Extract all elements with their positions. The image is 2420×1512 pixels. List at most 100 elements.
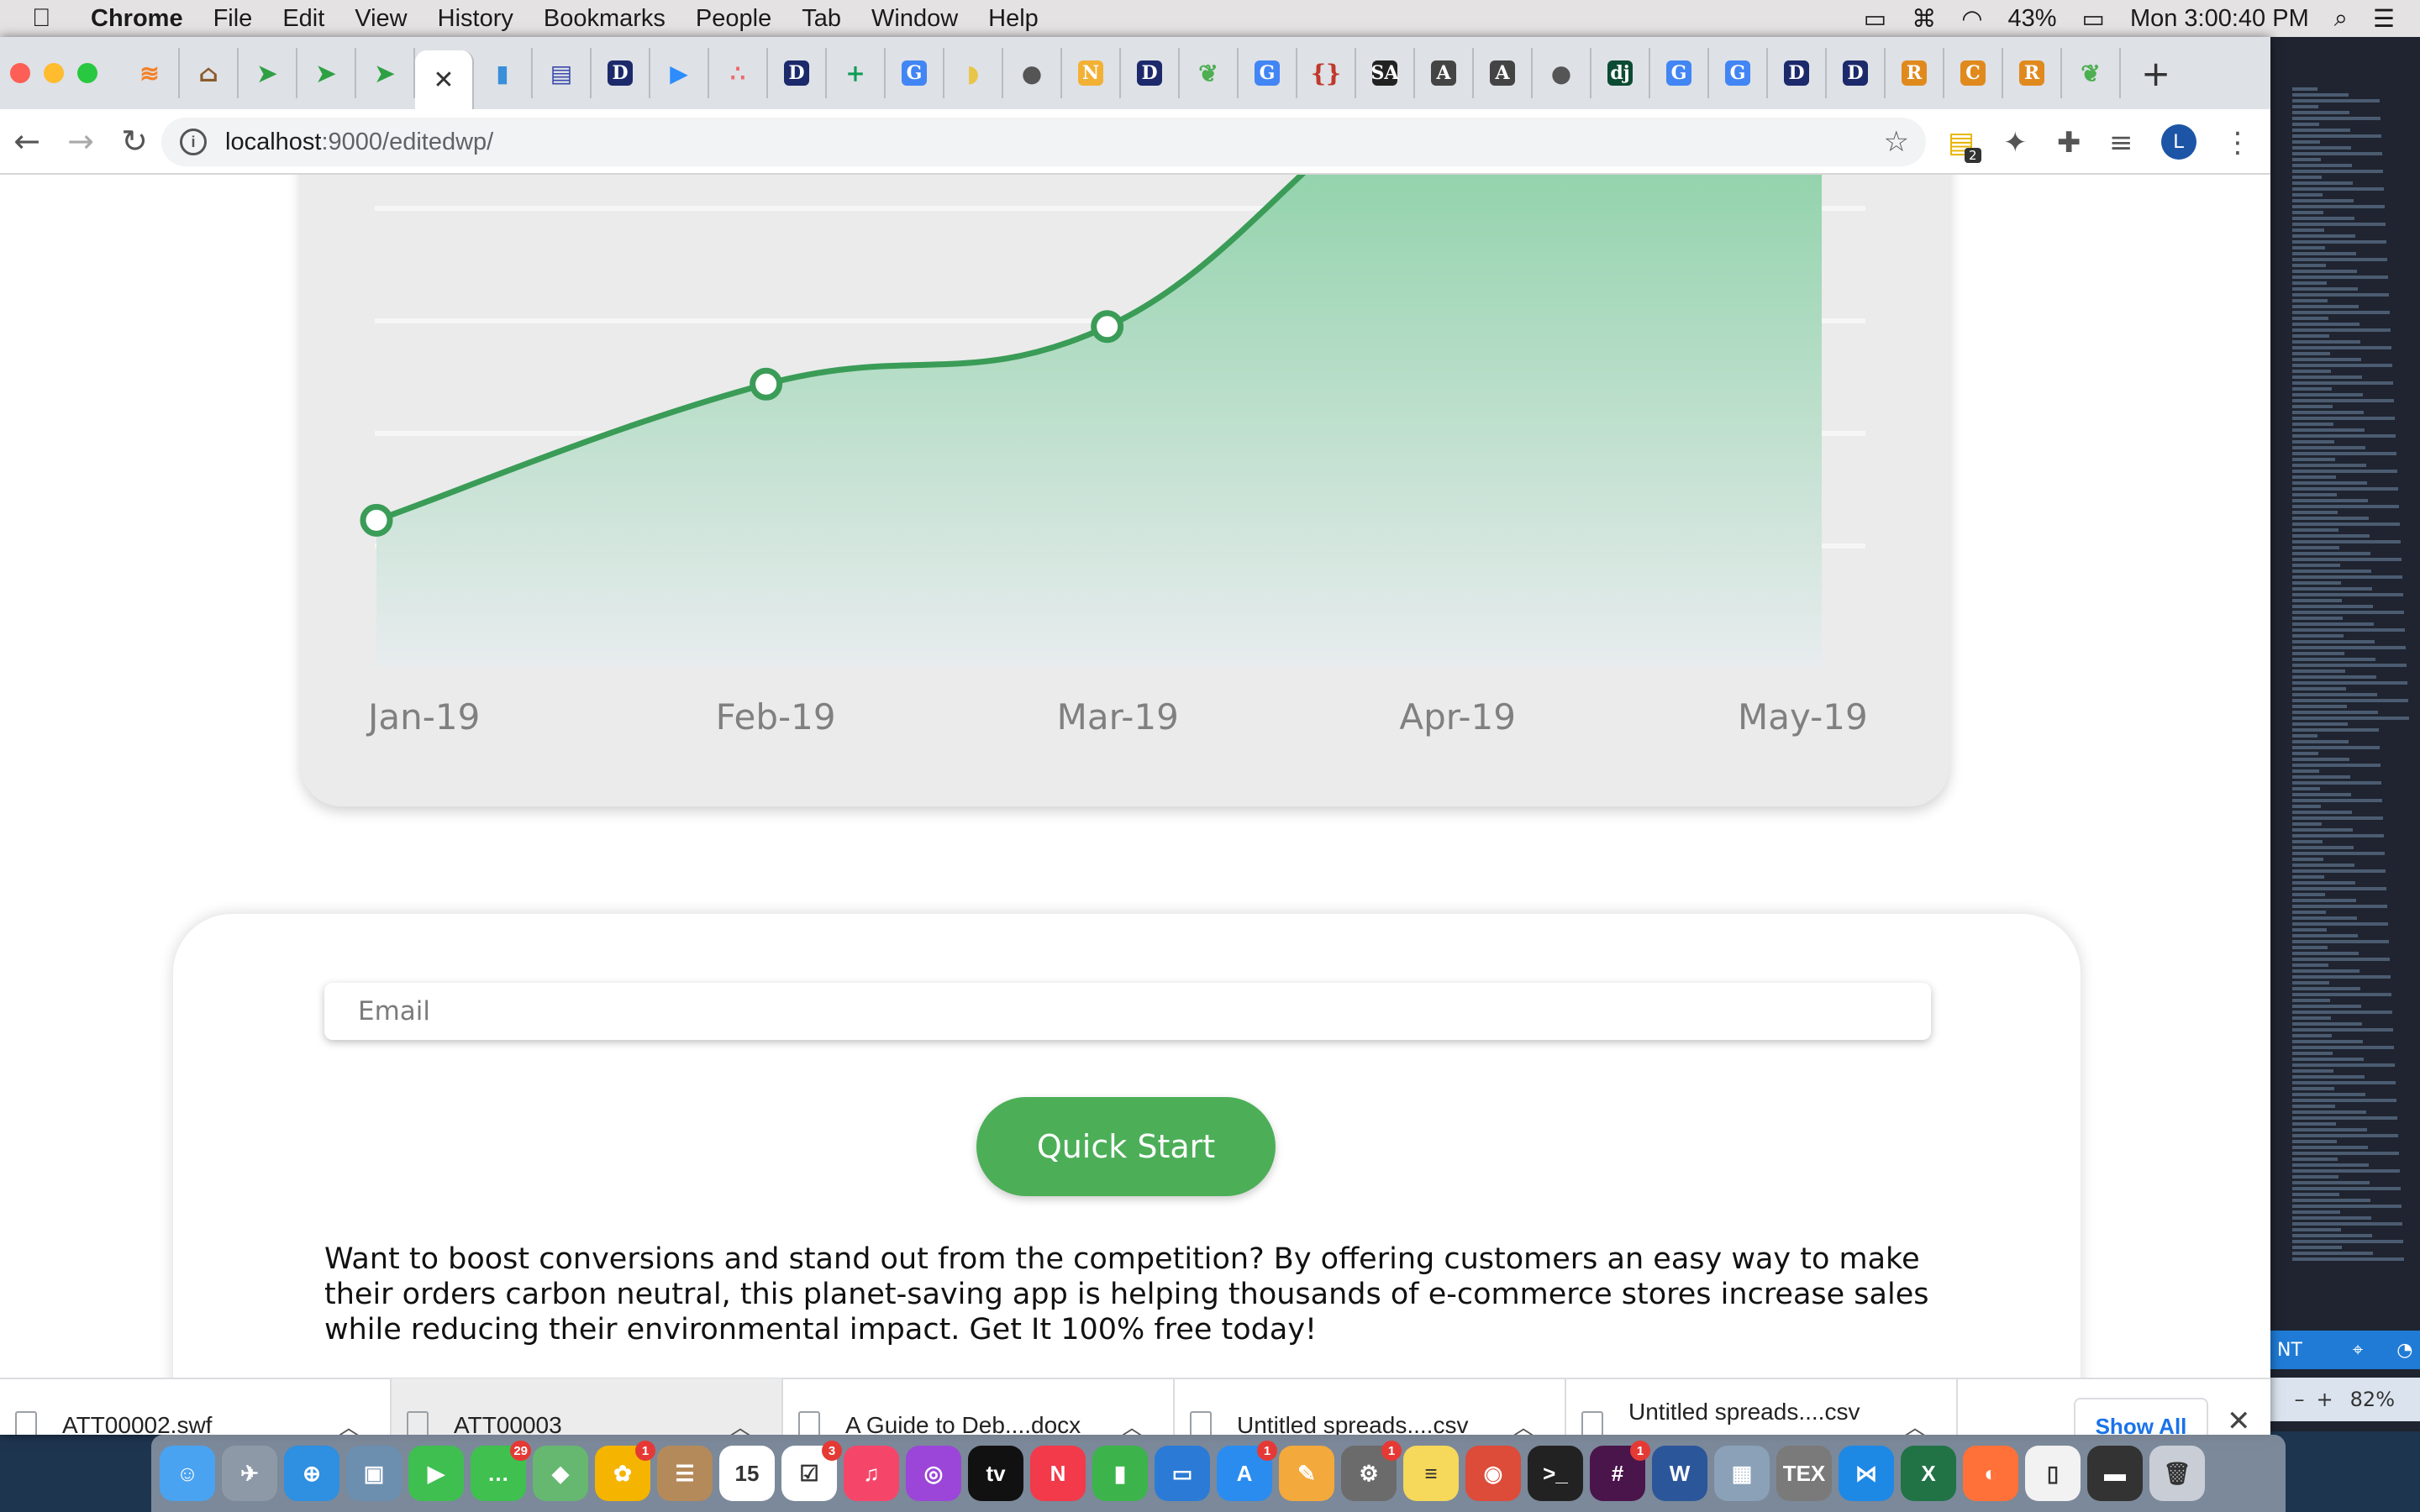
excel-icon[interactable]: X	[1901, 1446, 1956, 1501]
system-preferences-icon[interactable]: ⚙ 1	[1341, 1441, 1402, 1501]
word-icon[interactable]: W	[1652, 1446, 1707, 1501]
contacts-icon[interactable]: ☰	[657, 1446, 713, 1501]
safari-icon[interactable]: ⊕	[284, 1446, 339, 1501]
chevron-up-icon[interactable]: ︿	[729, 1410, 751, 1436]
chevron-up-icon[interactable]: ︿	[1512, 1410, 1534, 1436]
calendar-icon[interactable]: 15	[719, 1446, 775, 1501]
podcasts-icon[interactable]: ◎	[906, 1446, 961, 1501]
facetime-icon[interactable]: ▶	[408, 1446, 464, 1501]
browser-tab[interactable]: A	[1474, 48, 1533, 98]
zoom-window-icon[interactable]	[77, 63, 97, 83]
browser-tab[interactable]: N	[1062, 48, 1121, 98]
feedback-icon[interactable]: ⌖	[2353, 1340, 2363, 1361]
browser-tab[interactable]: ▮	[474, 48, 533, 98]
browser-tab[interactable]: G	[1650, 48, 1709, 98]
browser-tab[interactable]: D	[768, 48, 827, 98]
download-item[interactable]: Untitled spreads....csv ︿	[1175, 1378, 1566, 1435]
menu-bookmarks[interactable]: Bookmarks	[544, 5, 666, 33]
browser-tab[interactable]: ▶	[650, 48, 709, 98]
close-window-icon[interactable]	[10, 63, 30, 83]
browser-tab[interactable]: ➤	[297, 48, 356, 98]
browser-tab[interactable]: ●	[1533, 48, 1591, 98]
launchpad-icon[interactable]: ✈	[222, 1446, 277, 1501]
close-shelf-icon[interactable]: ✕	[2227, 1404, 2251, 1435]
chart-point[interactable]	[1091, 310, 1124, 344]
browser-tab[interactable]: ➤	[356, 48, 415, 98]
photos-icon[interactable]: ✿ 1	[595, 1441, 655, 1501]
browser-tab[interactable]: D	[1768, 48, 1827, 98]
browser-tab[interactable]: dj	[1591, 48, 1650, 98]
chart-point[interactable]	[360, 503, 393, 537]
menu-history[interactable]: History	[438, 5, 513, 33]
reload-icon[interactable]: ↻	[108, 123, 161, 160]
menu-help[interactable]: Help	[988, 5, 1039, 33]
zoom-in-icon[interactable]: +	[2317, 1388, 2333, 1411]
preview-icon[interactable]: ▣	[346, 1446, 402, 1501]
quick-start-button[interactable]: Quick Start	[976, 1097, 1276, 1196]
address-bar[interactable]: i localhost:9000/editedwp/ ☆	[161, 118, 1926, 166]
chart-point[interactable]	[750, 367, 783, 401]
browser-tab[interactable]: {}	[1297, 48, 1356, 98]
keyboard-icon[interactable]: ⌘	[1912, 4, 1936, 34]
apple-icon[interactable]: 	[32, 4, 66, 33]
avatar[interactable]: L	[2161, 124, 2196, 160]
browser-tab[interactable]: +	[827, 48, 886, 98]
clock[interactable]: Mon 3:00:40 PM	[2130, 5, 2309, 33]
menu-people[interactable]: People	[696, 5, 771, 33]
browser-tab[interactable]: C	[1944, 48, 2003, 98]
menu-window[interactable]: Window	[871, 5, 958, 33]
control-center-icon[interactable]: ☰	[2373, 4, 2395, 34]
menu-view[interactable]: View	[355, 5, 407, 33]
extension-puzzle-gray-icon[interactable]: ✦	[2003, 126, 2028, 160]
browser-tab[interactable]: ❦	[2062, 48, 2121, 98]
search-icon[interactable]: ⌕	[2334, 5, 2348, 33]
news-icon[interactable]: N	[1030, 1446, 1086, 1501]
site-info-icon[interactable]: i	[180, 129, 207, 155]
chevron-up-icon[interactable]: ︿	[1121, 1410, 1143, 1436]
slack-icon[interactable]: #1	[1590, 1441, 1650, 1501]
reminders-icon[interactable]: ☑ 3	[781, 1441, 842, 1501]
back-icon[interactable]: ←	[0, 123, 54, 160]
keynote-icon[interactable]: ▭	[1155, 1446, 1210, 1501]
menu-edit[interactable]: Edit	[282, 5, 324, 33]
terminal-icon[interactable]: >_	[1528, 1446, 1583, 1501]
app-store-icon[interactable]: A1	[1217, 1441, 1277, 1501]
chevron-up-icon[interactable]: ︿	[338, 1410, 360, 1436]
tex-icon[interactable]: TEX	[1776, 1446, 1832, 1501]
browser-tab[interactable]: R	[2003, 48, 2062, 98]
browser-tab[interactable]: A	[1415, 48, 1474, 98]
maps-icon[interactable]: ◆	[533, 1446, 588, 1501]
browser-tab[interactable]: D	[1827, 48, 1886, 98]
menu-chrome[interactable]: Chrome	[91, 5, 183, 33]
trash-icon[interactable]: 🗑	[2149, 1446, 2205, 1501]
firefox-icon[interactable]: ◐	[1963, 1446, 2018, 1501]
menu-file[interactable]: File	[213, 5, 253, 33]
chevron-up-icon[interactable]: ︿	[1904, 1410, 1926, 1436]
download-item[interactable]: ATT00002.swf ︿	[0, 1378, 392, 1435]
extensions-icon[interactable]: ✚	[2057, 126, 2081, 160]
battery-icon[interactable]: ▭	[2082, 4, 2105, 34]
browser-tab[interactable]: ❦	[1180, 48, 1239, 98]
browser-tab[interactable]: ●	[1003, 48, 1062, 98]
browser-tab[interactable]: G	[886, 48, 944, 98]
numbers-icon[interactable]: ▮	[1092, 1446, 1148, 1501]
download-item[interactable]: A Guide to Deb....docx ︿	[783, 1378, 1175, 1435]
browser-tab[interactable]: ✕	[415, 50, 474, 109]
browser-tab[interactable]: ⌂	[180, 48, 239, 98]
show-all-downloads-button[interactable]: Show All	[2074, 1398, 2208, 1435]
menu-kebab-icon[interactable]: ⋮	[2223, 126, 2252, 160]
battery-percent[interactable]: 43%	[2008, 5, 2057, 33]
browser-tab[interactable]: D	[1121, 48, 1180, 98]
forward-icon[interactable]: →	[54, 123, 108, 160]
email-input[interactable]	[324, 983, 1931, 1040]
preview-photos-icon[interactable]: ▦	[1714, 1446, 1770, 1501]
bell-icon[interactable]: ◔	[2396, 1340, 2412, 1361]
browser-tab[interactable]: G	[1709, 48, 1768, 98]
wifi-icon[interactable]: ◠	[1961, 4, 1982, 34]
browser-tab[interactable]: ◗	[944, 48, 1003, 98]
pages-icon[interactable]: ✎	[1279, 1446, 1334, 1501]
new-tab-icon[interactable]: +	[2141, 53, 2170, 94]
browser-tab[interactable]: SA	[1356, 48, 1415, 98]
browser-tab[interactable]: D	[592, 48, 650, 98]
menu-tab[interactable]: Tab	[802, 5, 841, 33]
